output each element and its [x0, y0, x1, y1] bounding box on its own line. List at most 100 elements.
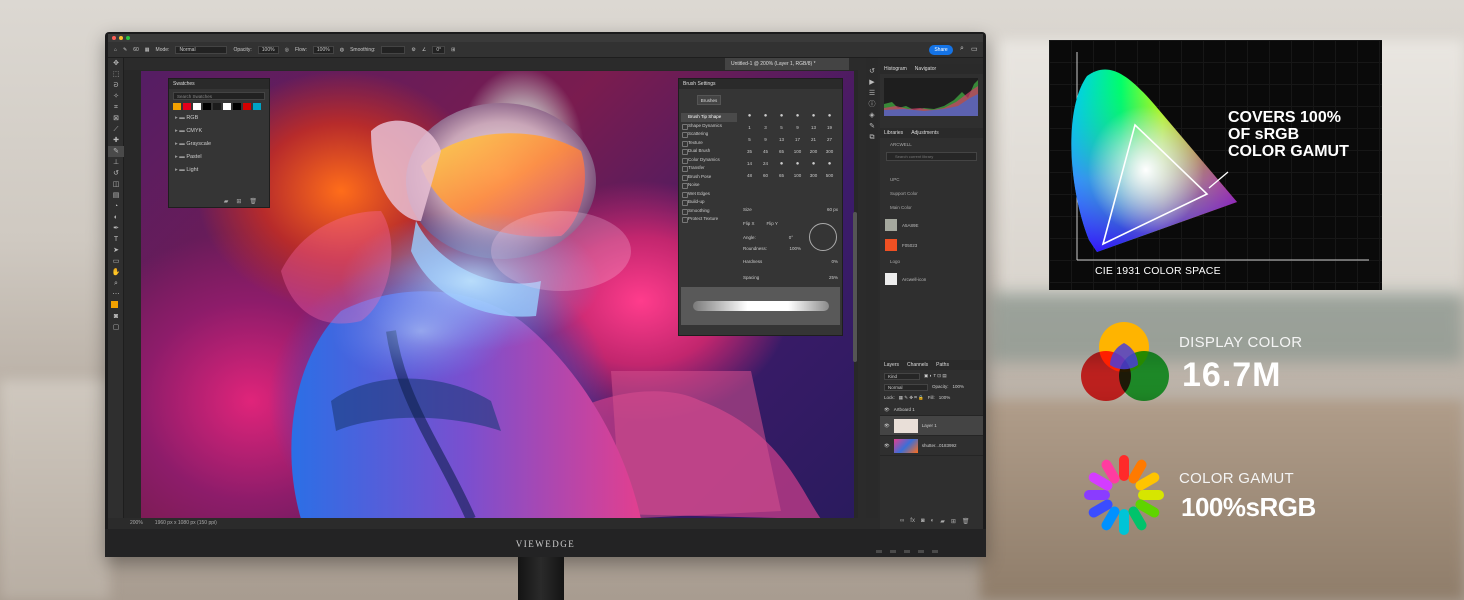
library-logo[interactable]: Arcwell-icon — [880, 269, 983, 289]
layer-opacity-field[interactable]: 100% — [953, 384, 965, 391]
brush-tip[interactable]: 3 — [759, 123, 772, 133]
layers-icon[interactable]: ◈ — [866, 110, 878, 121]
stamp-tool-icon[interactable]: ⊥ — [108, 157, 124, 168]
color-chip[interactable] — [885, 219, 897, 231]
brush-option-item[interactable]: Transfer — [681, 164, 737, 173]
history-brush-icon[interactable]: ↺ — [108, 168, 124, 179]
zoom-icon[interactable] — [126, 36, 130, 40]
brush-option-item[interactable]: Noise — [681, 181, 737, 190]
eye-icon[interactable]: 👁 — [884, 443, 890, 449]
pen-tool-icon[interactable]: ✒ — [108, 223, 124, 234]
brush-tool-icon[interactable]: ✎ — [123, 47, 127, 53]
brush-tip[interactable]: 19 — [823, 123, 836, 133]
eye-icon[interactable]: 👁 — [884, 423, 890, 429]
monitor-control-buttons[interactable] — [876, 550, 938, 553]
play-icon[interactable]: ▶ — [866, 77, 878, 88]
mode-select[interactable]: Normal — [175, 45, 228, 54]
tab-paths[interactable]: Paths — [936, 360, 949, 370]
crop-tool-icon[interactable]: ⌗ — [108, 102, 124, 113]
brush-panel-icon[interactable]: ▦ — [145, 47, 150, 53]
clone-source-icon[interactable]: ⧉ — [866, 132, 878, 143]
hand-tool-icon[interactable]: ✋ — [108, 267, 124, 278]
lasso-tool-icon[interactable]: ᘐ — [108, 80, 124, 91]
mask-icon[interactable]: ◙ — [921, 518, 925, 525]
close-icon[interactable] — [112, 36, 116, 40]
eyedropper-icon[interactable]: ⟋ — [108, 124, 124, 135]
blend-mode-select[interactable]: Normal — [884, 384, 928, 391]
brush-tip[interactable] — [743, 111, 756, 121]
brush-angle-widget[interactable] — [809, 223, 837, 251]
marquee-tool-icon[interactable]: ⬚ — [108, 69, 124, 80]
frame-tool-icon[interactable]: ⊠ — [108, 113, 124, 124]
brush-tip[interactable] — [807, 111, 820, 121]
symmetry-icon[interactable]: ⊞ — [451, 47, 455, 53]
path-selection-icon[interactable]: ➤ — [108, 245, 124, 256]
swatches-search-input[interactable]: Search Swatches — [173, 92, 265, 100]
roundness-field[interactable]: 100% — [789, 246, 801, 251]
brush-tip[interactable]: 24 — [759, 159, 772, 169]
opacity-field[interactable]: 100% — [257, 45, 279, 54]
tab-channels[interactable]: Channels — [907, 360, 928, 370]
library-search-input[interactable]: Search current library — [886, 152, 977, 161]
trash-icon[interactable]: 🗑 — [249, 198, 257, 205]
new-swatch-icon[interactable]: ⊞ — [236, 198, 241, 205]
spacing-field[interactable]: 25% — [829, 275, 838, 280]
flow-field[interactable]: 100% — [312, 45, 334, 54]
brush-tip[interactable]: 100 — [791, 147, 804, 157]
brush-tip[interactable]: 9 — [759, 135, 772, 145]
angle-icon[interactable]: ∠ — [422, 47, 426, 53]
fill-field[interactable]: 100% — [939, 395, 951, 401]
brush-option-item[interactable]: Protect Texture — [681, 215, 737, 224]
hardness-field[interactable]: 0% — [831, 259, 838, 264]
share-button[interactable]: Share — [929, 45, 953, 55]
type-tool-icon[interactable]: T — [108, 234, 124, 245]
brush-tip[interactable]: 5 — [775, 123, 788, 133]
tab-adjustments[interactable]: Adjustments — [911, 128, 939, 138]
brush-tip[interactable]: 27 — [823, 135, 836, 145]
workspace-icon[interactable]: ▭ — [971, 45, 978, 53]
brush-tip[interactable]: 200 — [807, 147, 820, 157]
brush-tip[interactable] — [791, 159, 804, 169]
swatch-group-grayscale[interactable]: Grayscale — [169, 138, 269, 151]
brush-tip[interactable] — [823, 111, 836, 121]
blur-tool-icon[interactable]: ◔ — [108, 201, 124, 212]
fx-icon[interactable]: fx — [910, 518, 915, 525]
move-tool-icon[interactable]: ✥ — [108, 58, 124, 69]
brush-tip[interactable]: 14 — [743, 159, 756, 169]
brush-option-item[interactable]: Smoothing — [681, 207, 737, 216]
library-color-1[interactable]: A5A89E — [880, 215, 983, 235]
home-icon[interactable]: ⌂ — [114, 47, 117, 53]
lock-icons[interactable]: ▦ ✎ ✥ ⌗ 🔒 — [899, 395, 924, 401]
brush-option-item[interactable]: Dual Brush — [681, 147, 737, 156]
flip-x-checkbox[interactable]: Flip X — [743, 221, 755, 226]
dodge-tool-icon[interactable]: ◐ — [108, 212, 124, 223]
brush-tip[interactable] — [823, 159, 836, 169]
swatch[interactable] — [243, 103, 251, 110]
brush-option-item[interactable]: Scattering — [681, 130, 737, 139]
angle-field[interactable]: 0° — [789, 235, 793, 240]
brush-tip[interactable]: 300 — [807, 171, 820, 181]
brush-icon[interactable]: ✎ — [866, 121, 878, 132]
brush-option-item[interactable]: Brush Pose — [681, 173, 737, 182]
healing-brush-icon[interactable]: ✚ — [108, 135, 124, 146]
swatch-group-pastel[interactable]: Pastel — [169, 151, 269, 164]
zoom-level[interactable]: 200% — [130, 518, 143, 529]
swatch[interactable] — [183, 103, 191, 110]
tab-libraries[interactable]: Libraries — [884, 128, 903, 138]
brush-tip[interactable]: 65 — [775, 171, 788, 181]
document-tab[interactable]: Untitled-1 @ 200% (Layer 1, RGB/8) * — [725, 58, 849, 70]
tab-navigator[interactable]: Navigator — [915, 64, 936, 74]
shape-tool-icon[interactable]: ▭ — [108, 256, 124, 267]
eye-icon[interactable]: 👁 — [884, 407, 890, 413]
layer-filter-select[interactable]: Kind — [884, 373, 920, 380]
swatch-group-rgb[interactable]: RGB — [169, 112, 269, 125]
screen-mode-icon[interactable]: ▢ — [108, 322, 124, 333]
size-field[interactable]: 60 px — [827, 207, 838, 212]
color-swatch-icon[interactable] — [108, 300, 124, 311]
airbrush-icon[interactable]: ◍ — [340, 47, 344, 53]
eraser-icon[interactable]: ◫ — [108, 179, 124, 190]
brush-option-item[interactable]: Build-up — [681, 198, 737, 207]
new-group-icon[interactable]: ▰ — [224, 198, 229, 205]
swatch[interactable] — [203, 103, 211, 110]
info-icon[interactable]: ⓘ — [866, 99, 878, 110]
